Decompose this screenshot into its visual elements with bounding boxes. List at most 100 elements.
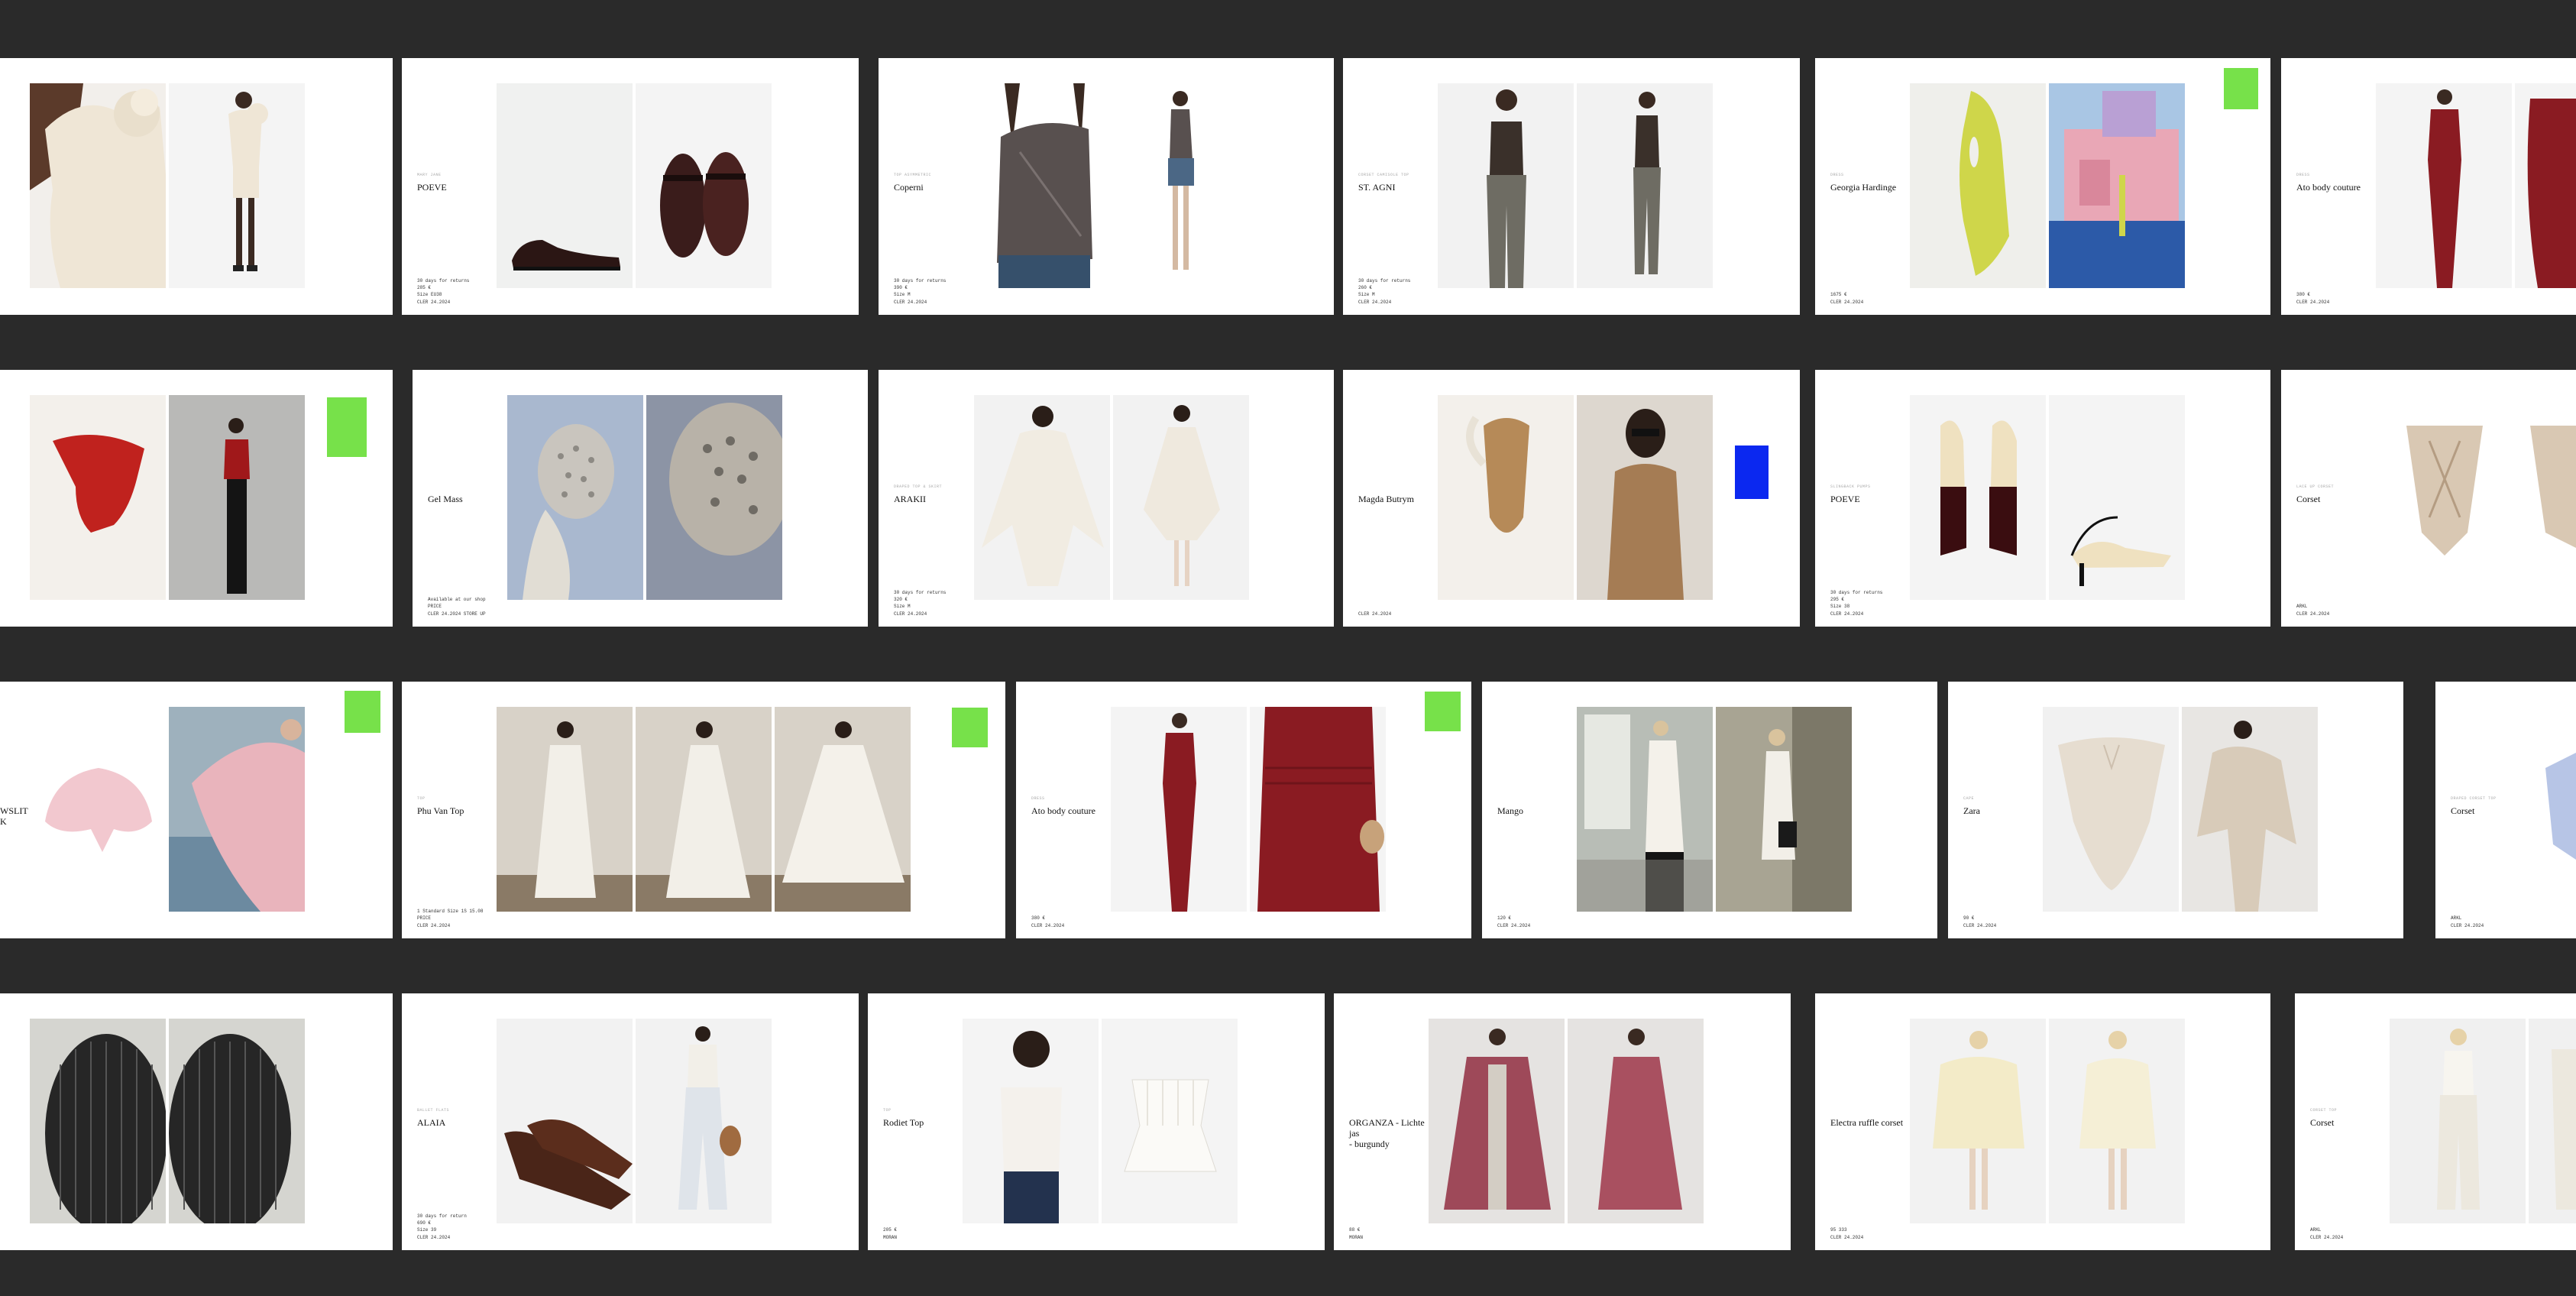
product-photo bbox=[636, 1019, 772, 1223]
product-tagline: LACE UP CORSET bbox=[2296, 484, 2335, 489]
product-card[interactable]: LACE UP CORSET Corset ARKL CLER 24.2024 bbox=[2281, 370, 2576, 627]
product-photo bbox=[2515, 395, 2576, 600]
product-photo bbox=[2376, 83, 2512, 288]
product-card[interactable]: SLINGBACK PUMPS POEVE 30 days for return… bbox=[1815, 370, 2270, 627]
brand-name: ST. AGNI bbox=[1358, 182, 1396, 193]
product-card[interactable]: CAPE Zara 90 € CLER 24.2024 bbox=[1948, 682, 2403, 938]
product-photo bbox=[497, 1019, 633, 1223]
product-photo bbox=[1102, 1019, 1238, 1223]
brand-name: Corset bbox=[2296, 494, 2321, 504]
product-meta: 30 days for returns 295 € Size 38 CLER 2… bbox=[1830, 589, 1883, 617]
product-card[interactable]: CORSET CAMISOLE TOP ST. AGNI 30 days for… bbox=[1343, 58, 1800, 315]
product-card[interactable]: BALLET FLATS ALAIA 30 days for return 69… bbox=[402, 993, 859, 1250]
product-photo bbox=[636, 83, 772, 288]
product-card[interactable]: CORSET TOP Corset ARKL CLER 24.2024 bbox=[2295, 993, 2576, 1250]
product-card[interactable]: TOP ASYMMETRIC Coperni 30 days for retur… bbox=[879, 58, 1334, 315]
product-photo bbox=[963, 1019, 1099, 1223]
product-photo bbox=[30, 707, 166, 912]
product-meta: 120 € CLER 24.2024 bbox=[1497, 915, 1531, 928]
brand-name: Ato body couture bbox=[2296, 182, 2361, 193]
product-card[interactable]: Magda Butrym CLER 24.2024 bbox=[1343, 370, 1800, 627]
product-photo bbox=[2043, 707, 2179, 912]
product-card[interactable]: DRESS Ato body couture 380 € CLER 24.202… bbox=[2281, 58, 2576, 315]
product-photo bbox=[2376, 395, 2512, 600]
product-card[interactable]: Mango 120 € CLER 24.2024 bbox=[1482, 682, 1937, 938]
product-tagline: CAPE bbox=[1963, 796, 1975, 801]
product-tagline: DRAPED CORSET TOP bbox=[2451, 796, 2497, 801]
product-photo bbox=[497, 707, 633, 912]
product-meta: ARKL CLER 24.2024 bbox=[2451, 915, 2484, 928]
brand-name: Gel Mass bbox=[428, 494, 463, 504]
product-tagline: BALLET FLATS bbox=[417, 1108, 450, 1113]
brand-name: Georgia Hardinge bbox=[1830, 182, 1897, 193]
product-meta: 30 days for returns 320 € Size M CLER 24… bbox=[894, 589, 947, 617]
product-photo bbox=[2049, 395, 2185, 600]
product-card[interactable] bbox=[0, 58, 393, 315]
product-photo bbox=[169, 83, 305, 288]
product-photo bbox=[507, 395, 643, 600]
product-card[interactable]: Gel Mass Available at our shop PRICE CLE… bbox=[413, 370, 868, 627]
product-card[interactable]: DRAPED CORSET TOP Corset ARKL CLER 24.20… bbox=[2435, 682, 2576, 938]
product-photo bbox=[974, 395, 1110, 600]
product-photo bbox=[775, 707, 911, 912]
product-card[interactable]: TOP Rodiet Top 205 € MORAN bbox=[868, 993, 1325, 1250]
product-photo bbox=[30, 1019, 167, 1233]
product-photo bbox=[169, 707, 305, 912]
brand-name: Corset bbox=[2451, 805, 2475, 816]
product-meta: 205 € MORAN bbox=[883, 1227, 898, 1240]
brand-name: Zara bbox=[1963, 805, 1980, 816]
product-photo bbox=[2182, 707, 2318, 912]
brand-name: ALAIA bbox=[417, 1117, 446, 1128]
product-photo bbox=[1577, 707, 1713, 912]
product-photo bbox=[497, 83, 633, 288]
product-photo bbox=[30, 83, 166, 288]
color-swatch bbox=[1425, 692, 1461, 731]
brand-name: Coperni bbox=[894, 182, 924, 193]
product-meta: 30 days for returns 390 € Size M CLER 24… bbox=[894, 277, 947, 305]
product-photo bbox=[646, 395, 791, 600]
brand-name: Phu Van Top bbox=[417, 805, 464, 816]
product-card[interactable] bbox=[0, 993, 393, 1250]
product-meta: 95 333 CLER 24.2024 bbox=[1830, 1227, 1864, 1240]
product-tagline: SLINGBACK PUMPS bbox=[1830, 484, 1871, 489]
product-photo bbox=[2390, 1019, 2526, 1223]
product-meta: 1675 € CLER 24.2024 bbox=[1830, 292, 1864, 305]
product-tagline: TOP ASYMMETRIC bbox=[894, 173, 932, 177]
product-photo bbox=[2530, 707, 2576, 912]
product-tagline: DRESS bbox=[2296, 173, 2310, 177]
product-photo bbox=[1250, 707, 1386, 912]
product-meta: 90 € CLER 24.2024 bbox=[1963, 915, 1997, 928]
product-card[interactable]: Electra ruffle corset 95 333 CLER 24.202… bbox=[1815, 993, 2270, 1250]
product-tagline: DRESS bbox=[1031, 796, 1045, 801]
brand-name: POEVE bbox=[1830, 494, 1860, 504]
color-swatch bbox=[1735, 446, 1769, 499]
product-card[interactable]: DRESS Georgia Hardinge 1675 € CLER 24.20… bbox=[1815, 58, 2270, 315]
product-photo bbox=[1910, 395, 2046, 600]
product-meta: 30 days for return 690 € Size 39 CLER 24… bbox=[417, 1213, 467, 1240]
brand-name: Ato body couture bbox=[1031, 805, 1095, 816]
product-card[interactable] bbox=[0, 370, 393, 627]
product-card[interactable]: DRAPED TOP & SKIRT ARAKII 30 days for re… bbox=[879, 370, 1334, 627]
product-tagline: TOP bbox=[883, 1108, 892, 1113]
product-tagline: TOP bbox=[417, 796, 426, 801]
product-photo bbox=[1111, 707, 1247, 912]
color-swatch bbox=[2224, 68, 2258, 109]
brand-name: ORGANZA - Lichte jas - burgundy bbox=[1349, 1117, 1425, 1149]
product-meta: 30 days for returns 285 € Size EU38 CLER… bbox=[417, 277, 470, 305]
brand-name: Electra ruffle corset bbox=[1830, 1117, 1904, 1128]
brand-name: Magda Butrym bbox=[1358, 494, 1414, 504]
product-card[interactable]: TOP Phu Van Top 1 Standard Size 1S 15.08… bbox=[402, 682, 1005, 938]
product-tagline: MARY JANE bbox=[417, 173, 442, 177]
product-photo bbox=[1716, 707, 1852, 912]
product-photo bbox=[2049, 1019, 2185, 1223]
product-card[interactable]: ORGANZA - Lichte jas - burgundy 88 € MOR… bbox=[1334, 993, 1791, 1250]
product-card[interactable]: WSLIT K bbox=[0, 682, 393, 938]
brand-name: Rodiet Top bbox=[883, 1117, 924, 1128]
color-swatch bbox=[345, 691, 380, 733]
product-photo bbox=[169, 395, 305, 600]
brand-name: Mango bbox=[1497, 805, 1523, 816]
product-card[interactable]: DRESS Ato body couture 380 € CLER 24.202… bbox=[1016, 682, 1471, 938]
product-meta: 380 € CLER 24.2024 bbox=[2296, 292, 2330, 305]
product-card[interactable]: MARY JANE POEVE 30 days for returns 285 … bbox=[402, 58, 859, 315]
product-photo bbox=[2515, 83, 2576, 288]
